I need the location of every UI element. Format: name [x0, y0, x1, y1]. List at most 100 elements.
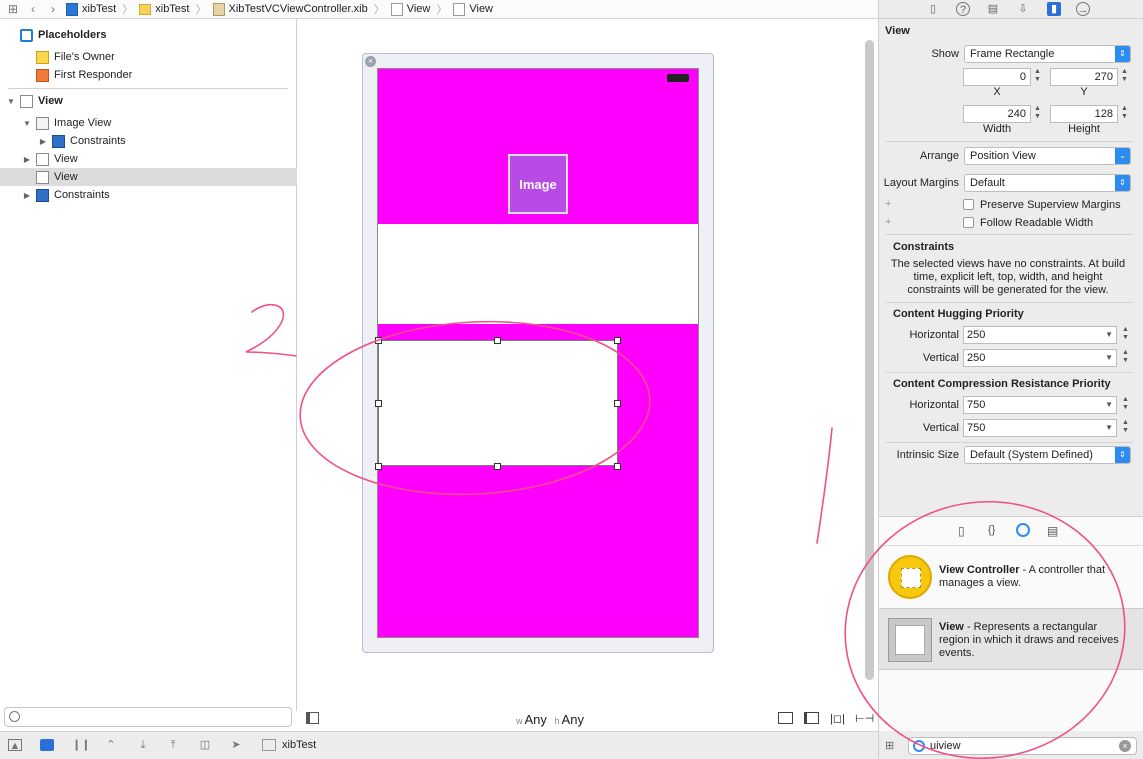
step-over-icon[interactable]: ⌃	[104, 739, 118, 751]
scheme-label[interactable]: xibTest	[282, 739, 316, 751]
y-label: Y	[1080, 86, 1088, 98]
outline-image-view[interactable]: ▼ Image View	[0, 114, 297, 132]
image-view-placeholder[interactable]: Image	[508, 154, 568, 214]
size-inspector-icon[interactable]: ▮	[1047, 2, 1061, 16]
selected-view[interactable]	[378, 340, 618, 466]
outline-image-constraints[interactable]: ▶ Constraints	[0, 132, 297, 150]
pause-icon[interactable]: ❙❙	[72, 739, 90, 751]
dropdown-arrow-icon: ▼	[1105, 330, 1113, 339]
resize-handle-b[interactable]	[494, 463, 501, 470]
layout-margins-popup[interactable]: Default ⇕	[964, 174, 1131, 192]
image-view-icon	[36, 116, 49, 130]
back-arrow-icon[interactable]: ‹	[26, 2, 40, 16]
follow-readable-checkbox[interactable]	[963, 217, 974, 228]
disclosure-open-icon[interactable]: ▼	[6, 97, 16, 106]
disclosure-open-icon[interactable]: ▼	[22, 119, 32, 128]
height-field[interactable]: 128	[1050, 105, 1118, 123]
media-library-icon[interactable]: ▤	[1047, 524, 1058, 538]
breadcrumb-project[interactable]: xibTest 〉	[66, 1, 133, 17]
outline-placeholders[interactable]: Placeholders	[0, 26, 297, 44]
close-scene-icon[interactable]: ×	[365, 56, 376, 67]
project-icon	[66, 2, 78, 16]
hugging-horizontal-combo[interactable]: 250 ▼	[963, 326, 1117, 344]
resize-handle-l[interactable]	[375, 400, 382, 407]
resize-handle-tl[interactable]	[375, 337, 382, 344]
intrinsic-size-label: Intrinsic Size	[896, 449, 959, 461]
breadcrumb-folder[interactable]: xibTest 〉	[139, 1, 207, 17]
pin-icon[interactable]: |◻|	[830, 712, 845, 725]
breakpoints-icon[interactable]	[40, 739, 54, 751]
plus-icon[interactable]: +	[885, 216, 891, 228]
x-stepper[interactable]: ▲ ▼	[1033, 68, 1042, 86]
outline-view-2-selected[interactable]: View	[0, 168, 297, 186]
stack-icon[interactable]	[778, 712, 793, 724]
identity-inspector-icon[interactable]: ▤	[986, 2, 1000, 16]
y-field[interactable]: 270	[1050, 68, 1118, 86]
x-field[interactable]: 0	[963, 68, 1031, 86]
quick-help-icon[interactable]: ?	[956, 2, 970, 16]
canvas-scrollbar[interactable]	[865, 40, 874, 680]
outline-constraints[interactable]: ▶ Constraints	[0, 186, 297, 204]
resolve-icon[interactable]: ⊢⊣	[855, 712, 874, 725]
arrange-label: Arrange	[919, 150, 959, 162]
view-hierarchy-icon[interactable]: ◫	[198, 739, 212, 751]
resize-handle-br[interactable]	[614, 463, 621, 470]
clear-icon[interactable]: ×	[1119, 740, 1131, 752]
library-item-view[interactable]: View - Represents a rectangular region i…	[879, 608, 1143, 670]
connections-inspector-icon[interactable]: →	[1076, 2, 1090, 16]
width-field[interactable]: 240	[963, 105, 1031, 123]
library-filter-field[interactable]: uiview ×	[908, 737, 1137, 755]
outline-first-responder[interactable]: First Responder	[0, 66, 297, 84]
arrange-popup[interactable]: Position View ⌄	[964, 147, 1131, 165]
view-icon	[390, 2, 403, 16]
hugging-title: Content Hugging Priority	[893, 308, 1024, 320]
forward-arrow-icon[interactable]: ›	[46, 2, 60, 16]
location-icon[interactable]: ➤	[229, 739, 243, 751]
resize-handle-bl[interactable]	[375, 463, 382, 470]
plus-icon[interactable]: +	[885, 198, 891, 210]
file-inspector-icon[interactable]: ▯	[926, 2, 940, 16]
object-library-icon[interactable]	[1016, 523, 1030, 537]
size-class-control[interactable]: w Any h Any	[516, 712, 584, 727]
preserve-margins-checkbox[interactable]	[963, 199, 974, 210]
toggle-outline-icon[interactable]	[306, 712, 319, 724]
hugging-horizontal-stepper[interactable]: ▲ ▼	[1121, 326, 1130, 344]
compression-vertical-stepper[interactable]: ▲ ▼	[1121, 419, 1130, 437]
compression-horizontal-stepper[interactable]: ▲ ▼	[1121, 396, 1130, 414]
code-snippet-library-icon[interactable]: {}	[988, 524, 995, 536]
attributes-inspector-icon[interactable]: ⇩	[1016, 2, 1030, 16]
debug-bar	[0, 731, 878, 759]
view-white-band[interactable]	[378, 224, 698, 324]
library-item-view-controller[interactable]: View Controller - A controller that mana…	[879, 545, 1143, 607]
show-popup[interactable]: Frame Rectangle ⇕	[964, 45, 1131, 63]
disclosure-closed-icon[interactable]: ▶	[22, 155, 32, 164]
compression-horizontal-combo[interactable]: 750 ▼	[963, 396, 1117, 414]
width-stepper[interactable]: ▲ ▼	[1033, 105, 1042, 123]
breadcrumb-xib[interactable]: XibTestVCViewController.xib 〉	[212, 1, 385, 17]
height-stepper[interactable]: ▲ ▼	[1120, 105, 1129, 123]
outline-files-owner[interactable]: File's Owner	[0, 48, 297, 66]
hide-debug-icon[interactable]: ▲	[8, 739, 22, 752]
related-items-icon[interactable]: ⊞	[6, 2, 20, 16]
outline-view-1[interactable]: ▶ View	[0, 150, 297, 168]
disclosure-closed-icon[interactable]: ▶	[22, 191, 32, 200]
outline-root-view[interactable]: ▼ View	[0, 92, 297, 110]
align-icon[interactable]	[804, 712, 819, 724]
resize-handle-tr[interactable]	[614, 337, 621, 344]
hugging-vertical-combo[interactable]: 250 ▼	[963, 349, 1117, 367]
step-out-icon[interactable]: ⤒	[166, 739, 180, 751]
resize-handle-r[interactable]	[614, 400, 621, 407]
y-stepper[interactable]: ▲ ▼	[1120, 68, 1129, 86]
intrinsic-size-popup[interactable]: Default (System Defined) ⇕	[964, 446, 1131, 464]
hugging-vertical-stepper[interactable]: ▲ ▼	[1121, 349, 1130, 367]
step-into-icon[interactable]: ⤓	[136, 739, 150, 751]
disclosure-closed-icon[interactable]: ▶	[38, 137, 48, 146]
file-template-library-icon[interactable]: ▯	[958, 524, 965, 538]
grid-view-icon[interactable]: ⊞	[885, 739, 894, 752]
breadcrumb-view[interactable]: View 〉	[390, 1, 447, 17]
breadcrumb-view-selected[interactable]: View	[453, 2, 493, 16]
resize-handle-t[interactable]	[494, 337, 501, 344]
outline-filter-field[interactable]	[4, 707, 292, 727]
compression-vertical-combo[interactable]: 750 ▼	[963, 419, 1117, 437]
width-label: Width	[982, 123, 1012, 135]
